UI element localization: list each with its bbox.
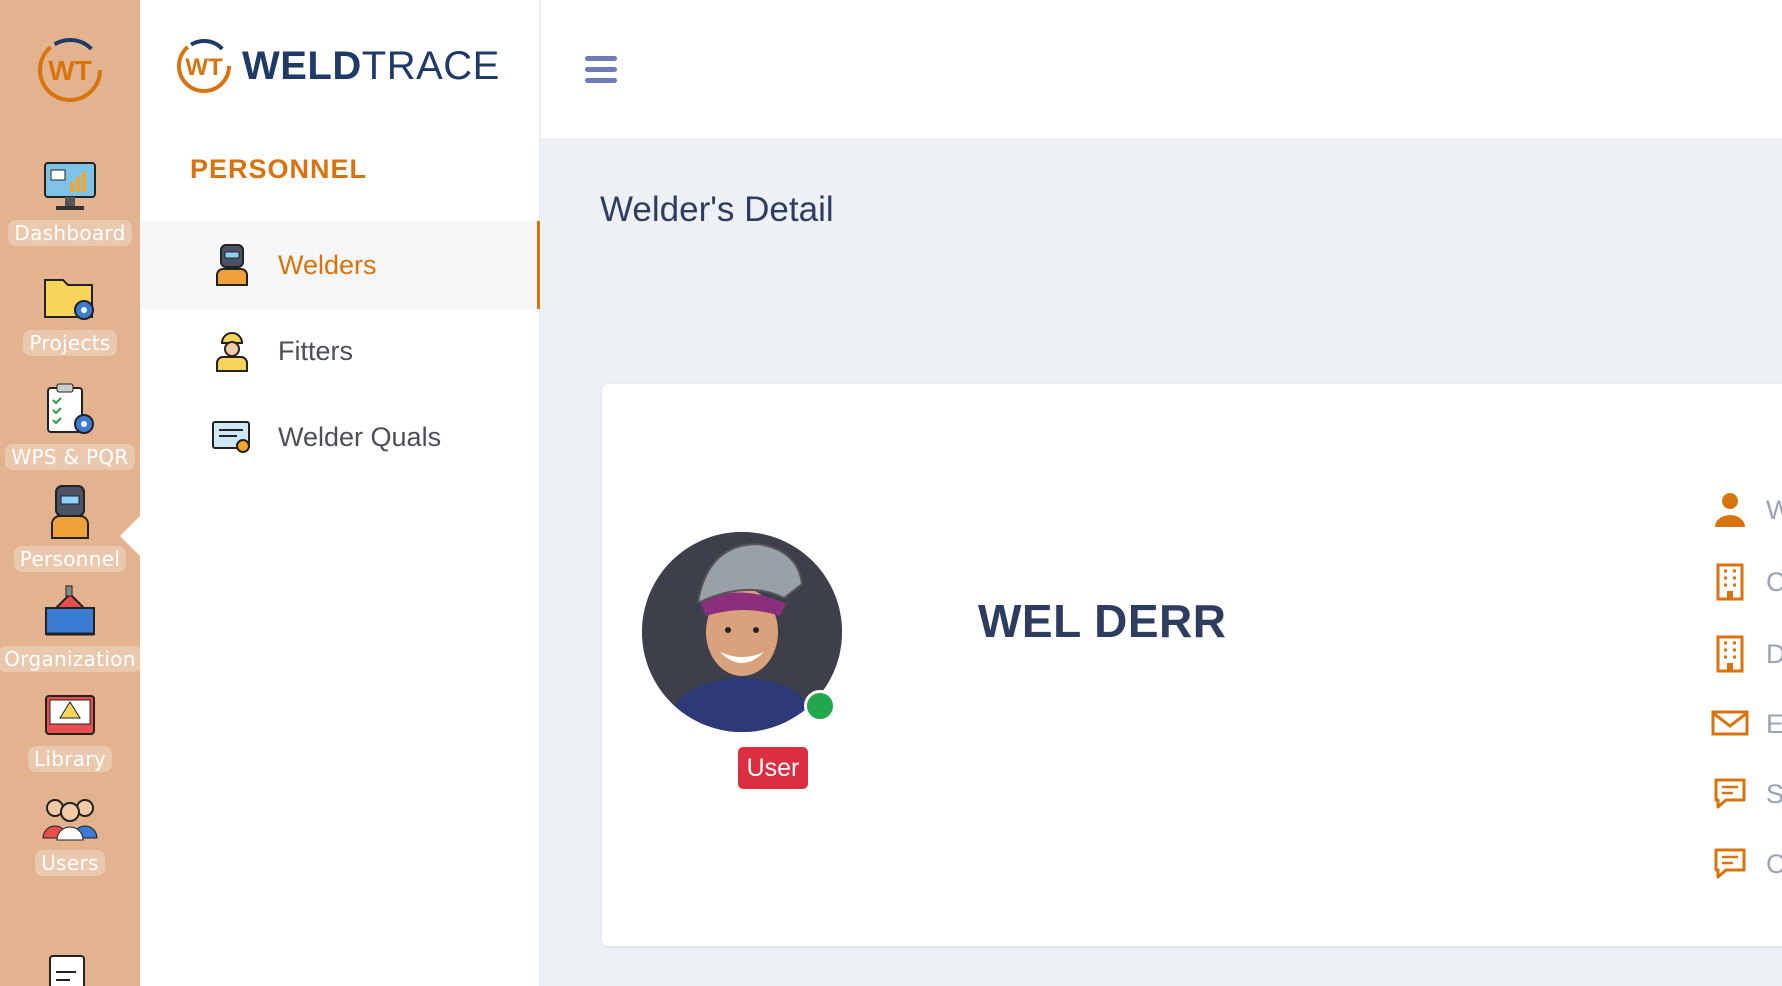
role-badge: User xyxy=(738,747,808,789)
personnel-welder-icon xyxy=(51,485,89,539)
info-text: W xyxy=(1766,494,1782,525)
info-text: D xyxy=(1766,638,1782,669)
users-group-icon xyxy=(42,799,98,841)
user-icon xyxy=(1710,491,1750,529)
certificate-icon xyxy=(210,415,254,459)
subnav-item-welders[interactable]: Welders xyxy=(140,221,540,309)
subnav-item-fitters[interactable]: Fitters xyxy=(140,307,540,395)
building-icon xyxy=(1710,563,1750,601)
top-bar xyxy=(541,0,1782,140)
wps-pqr-clipboard-icon xyxy=(47,383,94,434)
subnav-item-welder-quals[interactable]: Welder Quals xyxy=(140,393,540,481)
svg-text:WT: WT xyxy=(48,55,92,86)
icon-rail: WT Dashboard Projects WPS & PQR Personne… xyxy=(0,0,140,986)
online-status-indicator xyxy=(804,690,836,722)
welder-profile-card: User WEL DERR W C D E S C xyxy=(602,384,1782,946)
rail-label: WPS & PQR xyxy=(5,444,135,470)
brand-name: WELDTRACE xyxy=(242,43,500,88)
library-book-icon xyxy=(45,695,95,735)
message-icon xyxy=(1710,777,1750,811)
rail-label: Organization xyxy=(0,646,140,672)
rail-label: Dashboard xyxy=(8,220,132,246)
info-text: E xyxy=(1766,708,1782,739)
active-rail-indicator xyxy=(120,516,140,556)
info-text: C xyxy=(1766,848,1782,879)
svg-text:WT: WT xyxy=(185,54,223,81)
rail-label: Users xyxy=(35,850,105,876)
subnav-label: Welders xyxy=(278,249,377,280)
rail-label: Personnel xyxy=(13,546,127,572)
section-title: PERSONNEL xyxy=(190,154,368,184)
info-row-department: D xyxy=(1710,632,1782,676)
brand-logo[interactable]: WT WELDTRACE xyxy=(174,36,500,96)
weldtrace-logo-icon: WT xyxy=(177,39,231,93)
welder-name: WEL DERR xyxy=(978,595,1227,647)
welder-icon xyxy=(210,243,254,287)
rail-item-dashboard[interactable]: Dashboard xyxy=(0,160,140,246)
info-row-company: C xyxy=(1710,560,1782,604)
subnav-label: Fitters xyxy=(278,335,354,366)
rail-item-organization[interactable]: Organization xyxy=(0,584,140,672)
info-text: C xyxy=(1766,566,1782,597)
message-icon xyxy=(1710,847,1750,881)
info-row-user: W xyxy=(1710,488,1782,532)
info-row-message-1: S xyxy=(1710,772,1782,816)
rail-item-personnel[interactable]: Personnel xyxy=(0,484,140,572)
subnav-label: Welder Quals xyxy=(278,421,442,452)
rail-item-users[interactable]: Users xyxy=(0,790,140,876)
fitter-icon xyxy=(210,329,254,373)
page-title: Welder's Detail xyxy=(600,190,834,229)
building-icon xyxy=(1710,635,1750,673)
info-text: S xyxy=(1766,778,1782,809)
mail-icon xyxy=(1710,710,1750,738)
rail-label: Library xyxy=(27,746,113,772)
info-row-email: E xyxy=(1710,702,1782,746)
rail-item-wps-pqr[interactable]: WPS & PQR xyxy=(0,382,140,470)
dashboard-monitor-icon xyxy=(44,162,96,210)
rail-item-library[interactable]: Library xyxy=(0,688,140,772)
menu-toggle-icon[interactable] xyxy=(585,56,617,84)
projects-folder-icon xyxy=(44,279,94,320)
organization-factory-icon xyxy=(45,585,95,636)
app-logo-icon[interactable]: WT xyxy=(34,34,106,106)
rail-label: Projects xyxy=(23,330,117,356)
personnel-subnav: WT WELDTRACE PERSONNEL Welders Fitters W… xyxy=(140,0,540,986)
rail-item-projects[interactable]: Projects xyxy=(0,272,140,356)
report-clipboard-icon xyxy=(49,955,85,986)
info-row-message-2: C xyxy=(1710,842,1782,886)
rail-item-more[interactable] xyxy=(0,952,140,986)
